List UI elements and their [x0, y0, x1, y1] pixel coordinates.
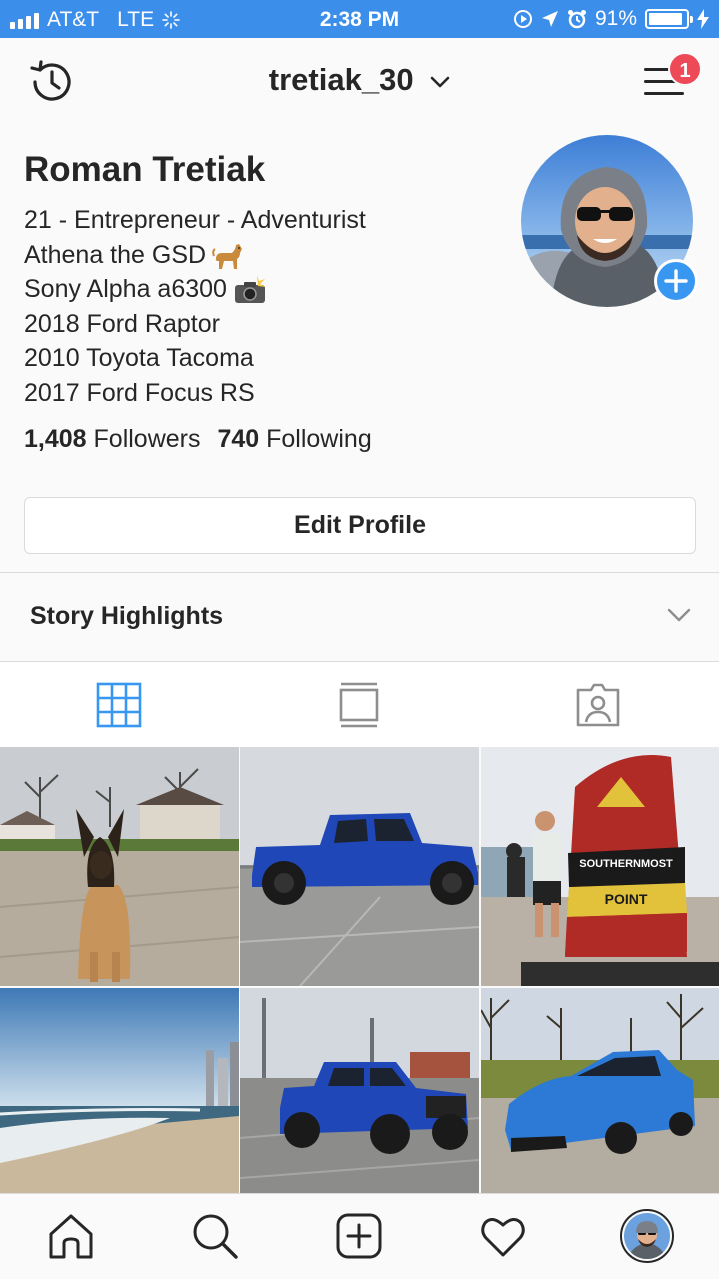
chevron-down-icon	[430, 76, 450, 88]
story-highlights[interactable]: Story Highlights	[0, 573, 719, 661]
notification-badge: 1	[668, 52, 702, 86]
profile-header: tretiak_30 1	[0, 38, 719, 124]
photo-grid: SOUTHERNMOST POINT	[0, 747, 719, 1193]
bio-line: 2018 Ford Raptor	[24, 309, 220, 338]
battery-icon	[645, 9, 693, 29]
followers-link[interactable]: 1,408 Followers	[24, 425, 201, 453]
following-link[interactable]: 740 Following	[217, 425, 371, 453]
profile-bio: 21 - Entrepreneur - Adventurist Athena t…	[24, 203, 366, 410]
dog-photo	[0, 747, 239, 986]
status-bar: AT&T LTE 2:38 PM 91%	[0, 0, 719, 38]
bio-line-text: Sony Alpha a6300	[24, 275, 227, 303]
edit-profile-button[interactable]: Edit Profile	[24, 497, 696, 554]
profile-tab-avatar[interactable]	[620, 1209, 674, 1263]
bio-line-text: Athena the GSD	[24, 240, 207, 269]
new-post-icon[interactable]	[335, 1212, 383, 1260]
battery-percent: 91%	[594, 7, 637, 30]
post-thumbnail-raptor[interactable]	[240, 747, 479, 986]
username-label: tretiak_30	[268, 62, 414, 97]
followers-label: Followers	[93, 425, 201, 453]
activity-heart-icon[interactable]	[479, 1212, 527, 1260]
bio-line: 2010 Toyota Tacoma	[24, 344, 254, 372]
profile-stats: 1,408 Followers 740 Following	[24, 425, 372, 454]
screen-record-icon	[513, 10, 532, 28]
dog-emoji-icon	[212, 243, 243, 269]
post-thumbnail-beach[interactable]	[0, 988, 239, 1227]
location-arrow-icon	[541, 11, 558, 27]
grid-view-icon[interactable]	[96, 682, 142, 728]
username-switcher[interactable]: tretiak_30	[0, 62, 719, 98]
plus-icon	[664, 269, 688, 293]
svg-text:POINT: POINT	[605, 891, 648, 907]
alarm-icon	[567, 10, 586, 29]
chevron-down-icon	[667, 608, 691, 622]
profile-tabs	[0, 662, 719, 747]
post-thumbnail-dog[interactable]	[0, 747, 239, 986]
home-icon[interactable]	[47, 1212, 95, 1260]
camera-flash-emoji-icon	[234, 275, 266, 304]
tagged-photos-icon[interactable]	[575, 682, 621, 728]
bottom-navigation	[0, 1193, 719, 1279]
bio-line: 2017 Ford Focus RS	[24, 378, 255, 407]
truck-lot-photo	[240, 988, 479, 1193]
buoy-photo: SOUTHERNMOST POINT	[481, 747, 719, 986]
search-icon[interactable]	[191, 1212, 239, 1260]
add-story-button[interactable]	[654, 259, 698, 303]
post-thumbnail-focus-rs[interactable]	[481, 988, 719, 1227]
charging-bolt-icon	[697, 9, 709, 29]
svg-text:SOUTHERNMOST: SOUTHERNMOST	[579, 858, 673, 870]
following-label: Following	[266, 425, 372, 453]
profile-name: Roman Tretiak	[24, 150, 266, 189]
story-highlights-label: Story Highlights	[30, 602, 224, 630]
beach-photo	[0, 988, 239, 1193]
avatar-thumbnail	[624, 1213, 670, 1259]
following-count: 740	[217, 425, 260, 453]
post-thumbnail-buoy[interactable]: SOUTHERNMOST POINT	[481, 747, 719, 986]
post-thumbnail-raptor-lot[interactable]	[240, 988, 479, 1227]
bio-line-dog: Athena the GSD	[24, 238, 366, 273]
followers-count: 1,408	[24, 425, 87, 453]
bio-line: 21 - Entrepreneur - Adventurist	[24, 206, 366, 234]
bio-line-camera: Sony Alpha a6300	[24, 272, 366, 307]
truck-photo	[240, 747, 479, 986]
car-photo	[481, 988, 719, 1193]
feed-view-icon[interactable]	[336, 682, 382, 728]
